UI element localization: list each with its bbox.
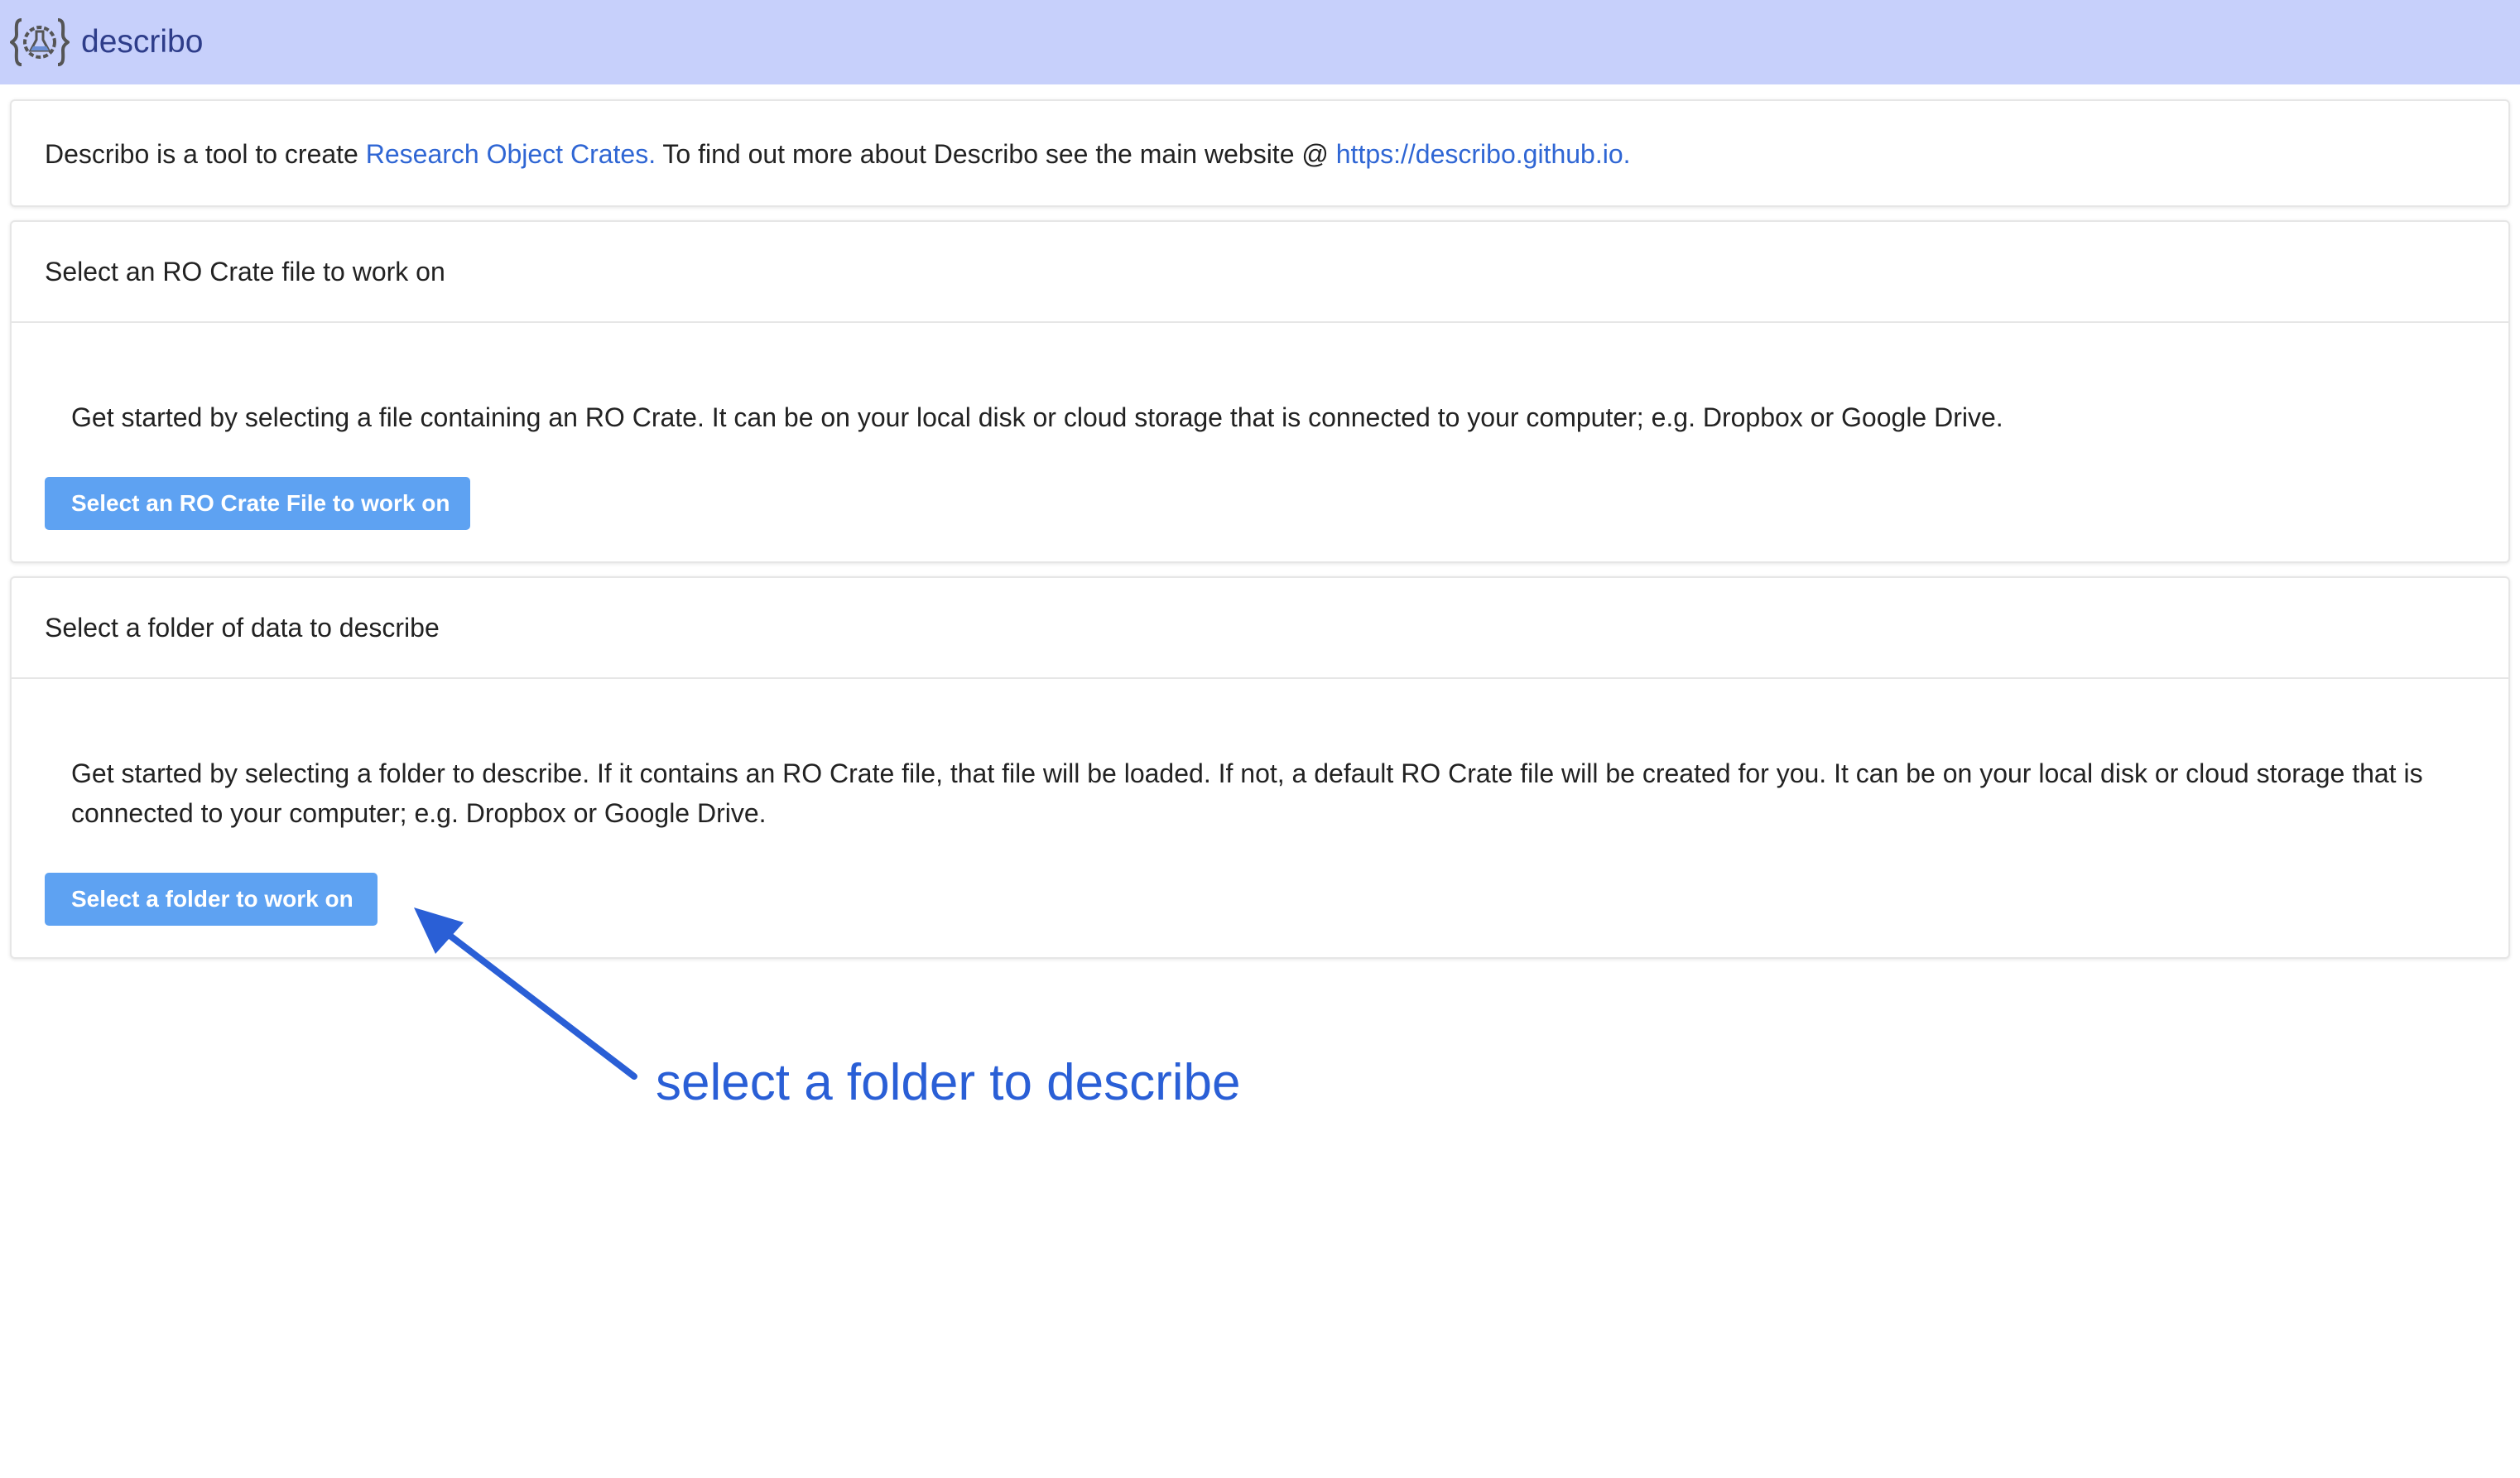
folder-card-title: Select a folder of data to describe <box>45 613 440 643</box>
app-name[interactable]: describo <box>81 22 203 63</box>
intro-text: Describo is a tool to create Research Ob… <box>45 137 1631 171</box>
intro-text-middle: To find out more about Describo see the … <box>656 139 1336 169</box>
intro-text-before: Describo is a tool to create <box>45 139 366 169</box>
ro-crate-card-title: Select an RO Crate file to work on <box>45 257 445 286</box>
ro-crate-card: Select an RO Crate file to work on Get s… <box>10 220 2510 563</box>
ro-crate-description: Get started by selecting a file containi… <box>71 402 2003 432</box>
annotation-arrow-icon <box>414 908 637 1080</box>
top-bar: describo <box>0 0 2520 84</box>
research-object-crates-link[interactable]: Research Object Crates. <box>366 139 656 169</box>
intro-card: Describo is a tool to create Research Ob… <box>10 99 2510 207</box>
select-folder-button[interactable]: Select a folder to work on <box>45 873 378 926</box>
folder-description: Get started by selecting a folder to des… <box>71 758 2423 828</box>
folder-card: Select a folder of data to describe Get … <box>10 576 2510 959</box>
describo-website-link[interactable]: https://describo.github.io. <box>1336 139 1631 169</box>
ro-crate-card-header: Select an RO Crate file to work on <box>12 222 2508 323</box>
describo-logo-icon[interactable] <box>10 15 70 70</box>
select-ro-crate-file-button[interactable]: Select an RO Crate File to work on <box>45 477 470 530</box>
annotation-label: select a folder to describe <box>656 1054 1241 1111</box>
folder-card-header: Select a folder of data to describe <box>12 578 2508 679</box>
